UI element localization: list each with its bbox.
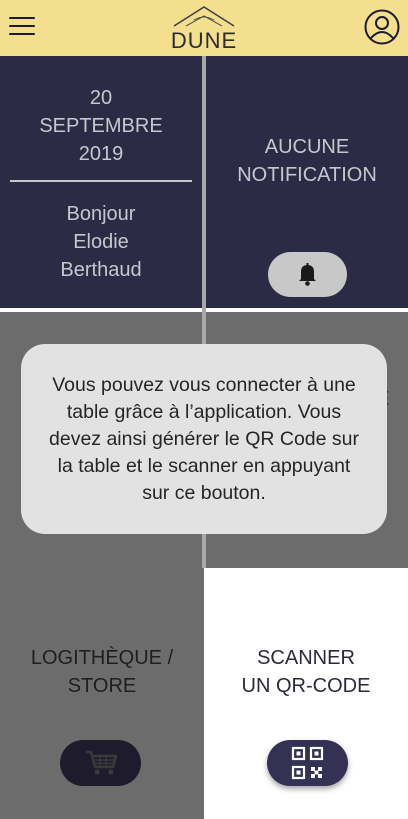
- date-greeting-tile: 20 SEPTEMBRE 2019 Bonjour Elodie Berthau…: [0, 56, 202, 308]
- onboarding-tooltip: Vous pouvez vous connecter à une table g…: [21, 344, 387, 534]
- store-label: LOGITHÈQUE / STORE: [30, 647, 174, 697]
- greeting-text: Bonjour Elodie Berthaud: [60, 203, 142, 281]
- notifications-button[interactable]: [268, 252, 347, 297]
- app-header: DUNE: [0, 0, 408, 56]
- logo-text: DUNE: [170, 28, 238, 53]
- dune-logo: DUNE: [164, 4, 244, 53]
- notification-text: AUCUNE NOTIFICATION: [237, 136, 377, 186]
- scan-qr-code-button[interactable]: [267, 740, 348, 786]
- scanner-label: SCANNER UN QR-CODE: [241, 647, 371, 697]
- qr-code-icon: [291, 746, 324, 780]
- divider-line: [10, 180, 192, 182]
- bell-icon: [299, 263, 316, 286]
- tooltip-text: Vous pouvez vous connecter à une table g…: [49, 374, 359, 504]
- shopping-cart-icon: [86, 750, 118, 775]
- user-profile-icon[interactable]: [364, 9, 400, 45]
- date-text: 20 SEPTEMBRE 2019: [39, 87, 163, 165]
- hamburger-menu-icon[interactable]: [9, 15, 36, 37]
- store-button[interactable]: [60, 740, 141, 786]
